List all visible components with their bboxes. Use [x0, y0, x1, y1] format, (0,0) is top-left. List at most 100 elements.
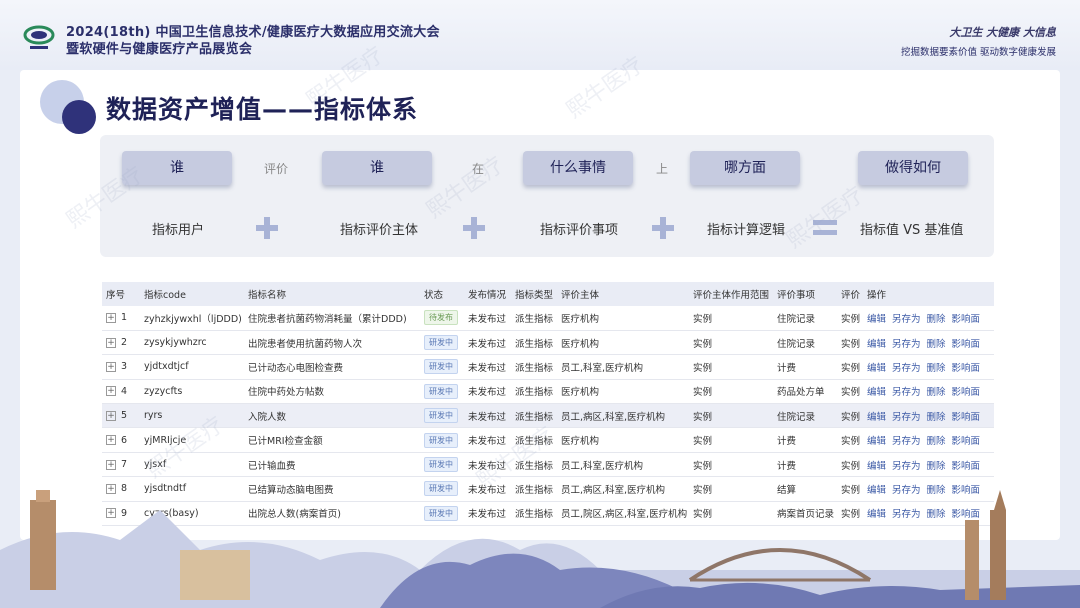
column-header: 指标code [140, 282, 244, 306]
edit-link[interactable]: 编辑 [867, 436, 886, 447]
edit-link[interactable]: 编辑 [867, 461, 886, 472]
expand-icon[interactable]: + [106, 410, 116, 421]
cell-operations: 编辑 另存为 删除 影响面 [863, 403, 994, 429]
cell-status: 研发中 [420, 354, 464, 380]
cell-index: +6 [102, 427, 140, 453]
cell-eval: 实例 [837, 403, 863, 429]
edit-link[interactable]: 编辑 [867, 314, 886, 325]
cell-operations: 编辑 另存为 删除 影响面 [863, 330, 994, 356]
connector-on: 上 [656, 162, 669, 176]
edit-link[interactable]: 编辑 [867, 363, 886, 374]
expand-icon[interactable]: + [106, 361, 116, 372]
status-badge: 研发中 [424, 432, 458, 448]
cell-type: 派生指标 [511, 306, 557, 331]
cell-eval: 实例 [837, 354, 863, 380]
impact-link[interactable]: 影响面 [952, 436, 981, 447]
cell-name: 已计输血费 [244, 452, 420, 478]
cell-type: 派生指标 [511, 379, 557, 405]
table-row[interactable]: +5 ryrs 入院人数 研发中 未发布过 派生指标 员工,病区,科室,医疗机构 实例 住院记录… [102, 403, 994, 429]
edit-link[interactable]: 编辑 [867, 387, 886, 398]
status-badge: 研发中 [424, 359, 458, 375]
save-as-link[interactable]: 另存为 [892, 363, 921, 374]
cell-status: 研发中 [420, 330, 464, 356]
header: 2024(18th) 中国卫生信息技术/健康医疗大数据应用交流大会 暨软硬件与健… [0, 0, 1080, 66]
impact-link[interactable]: 影响面 [952, 314, 981, 325]
save-as-link[interactable]: 另存为 [892, 436, 921, 447]
column-header: 序号 [102, 282, 140, 306]
expand-icon[interactable]: + [106, 337, 116, 348]
save-as-link[interactable]: 另存为 [892, 387, 921, 398]
column-header: 指标名称 [244, 282, 420, 306]
label-value-vs-baseline: 指标值 VS 基准值 [860, 223, 964, 238]
slogan: 大卫生 大健康 大信息 [949, 26, 1056, 39]
save-as-link[interactable]: 另存为 [892, 339, 921, 350]
delete-link[interactable]: 删除 [927, 436, 946, 447]
cell-type: 派生指标 [511, 330, 557, 356]
cell-subject: 员工,科室,医疗机构 [557, 354, 689, 380]
delete-link[interactable]: 删除 [927, 314, 946, 325]
page-title: 数据资产增值——指标体系 [106, 95, 419, 124]
save-as-link[interactable]: 另存为 [892, 314, 921, 325]
cell-name: 出院患者使用抗菌药物人次 [244, 330, 420, 356]
cell-pub: 未发布过 [464, 379, 511, 405]
column-header: 评价主体作用范围 [689, 282, 773, 306]
cell-code: zysykjywhzrc [140, 330, 244, 356]
cell-subject: 员工,病区,科室,医疗机构 [557, 403, 689, 429]
delete-link[interactable]: 删除 [927, 461, 946, 472]
impact-link[interactable]: 影响面 [952, 412, 981, 423]
label-calculation-logic: 指标计算逻辑 [707, 223, 786, 238]
expand-icon[interactable]: + [106, 386, 116, 397]
cell-item: 计费 [773, 427, 837, 453]
impact-link[interactable]: 影响面 [952, 363, 981, 374]
cell-subject: 医疗机构 [557, 379, 689, 405]
status-badge: 待发布 [424, 310, 458, 326]
cell-status: 研发中 [420, 427, 464, 453]
impact-link[interactable]: 影响面 [952, 387, 981, 398]
conference-title: 2024(18th) 中国卫生信息技术/健康医疗大数据应用交流大会 暨软硬件与健… [66, 24, 440, 58]
table-header-row: 序号 指标code 指标名称 状态 发布情况 指标类型 评价主体 评价主体作用范… [102, 282, 994, 306]
delete-link[interactable]: 删除 [927, 363, 946, 374]
cell-pub: 未发布过 [464, 330, 511, 356]
expand-icon[interactable]: + [106, 435, 116, 446]
cell-eval: 实例 [837, 379, 863, 405]
header-slogans: 大卫生 大健康 大信息 挖掘数据要素价值 驱动数字健康发展 [901, 24, 1056, 58]
cell-scope: 实例 [689, 452, 773, 478]
cell-code: zyhzkjywxhl（ljDDD) [140, 306, 244, 331]
cell-code: yjdtxdtjcf [140, 354, 244, 380]
cell-type: 派生指标 [511, 354, 557, 380]
table-row[interactable]: +3 yjdtxdtjcf 已计动态心电图检查费 研发中 未发布过 派生指标 员工,科室,医… [102, 354, 994, 380]
save-as-link[interactable]: 另存为 [892, 412, 921, 423]
cell-item: 住院记录 [773, 403, 837, 429]
delete-link[interactable]: 删除 [927, 387, 946, 398]
row-number: 5 [121, 410, 128, 422]
impact-link[interactable]: 影响面 [952, 461, 981, 472]
cell-eval: 实例 [837, 452, 863, 478]
cell-item: 计费 [773, 354, 837, 380]
table-row[interactable]: +4 zyzycfts 住院中药处方帖数 研发中 未发布过 派生指标 医疗机构 实例 药品处方单… [102, 379, 994, 405]
table-row[interactable]: +2 zysykjywhzrc 出院患者使用抗菌药物人次 研发中 未发布过 派生指标 医疗机… [102, 330, 994, 356]
table-row[interactable]: +1 zyhzkjywxhl（ljDDD) 住院患者抗菌药物消耗量（累计DDD) 待发… [102, 306, 994, 331]
cell-status: 研发中 [420, 379, 464, 405]
cell-index: +1 [102, 306, 140, 331]
formula-who-subject: 谁 [322, 151, 432, 185]
tagline: 挖掘数据要素价值 驱动数字健康发展 [900, 47, 1056, 58]
edit-link[interactable]: 编辑 [867, 339, 886, 350]
cell-subject: 医疗机构 [557, 306, 689, 331]
table-row[interactable]: +7 yjsxf 已计输血费 研发中 未发布过 派生指标 员工,科室,医疗机构 实例 计费 实例编… [102, 452, 994, 478]
cell-operations: 编辑 另存为 删除 影响面 [863, 306, 994, 331]
impact-link[interactable]: 影响面 [952, 339, 981, 350]
cell-operations: 编辑 另存为 删除 影响面 [863, 427, 994, 453]
expand-icon[interactable]: + [106, 312, 116, 323]
delete-link[interactable]: 删除 [927, 339, 946, 350]
cell-item: 计费 [773, 452, 837, 478]
column-header: 评价事项 [773, 282, 837, 306]
column-header: 操作 [863, 282, 994, 306]
cell-index: +4 [102, 379, 140, 405]
expand-icon[interactable]: + [106, 459, 116, 470]
cell-status: 待发布 [420, 306, 464, 331]
delete-link[interactable]: 删除 [927, 412, 946, 423]
formula-what-thing: 什么事情 [523, 151, 633, 185]
row-number: 3 [121, 361, 128, 373]
save-as-link[interactable]: 另存为 [892, 461, 921, 472]
edit-link[interactable]: 编辑 [867, 412, 886, 423]
